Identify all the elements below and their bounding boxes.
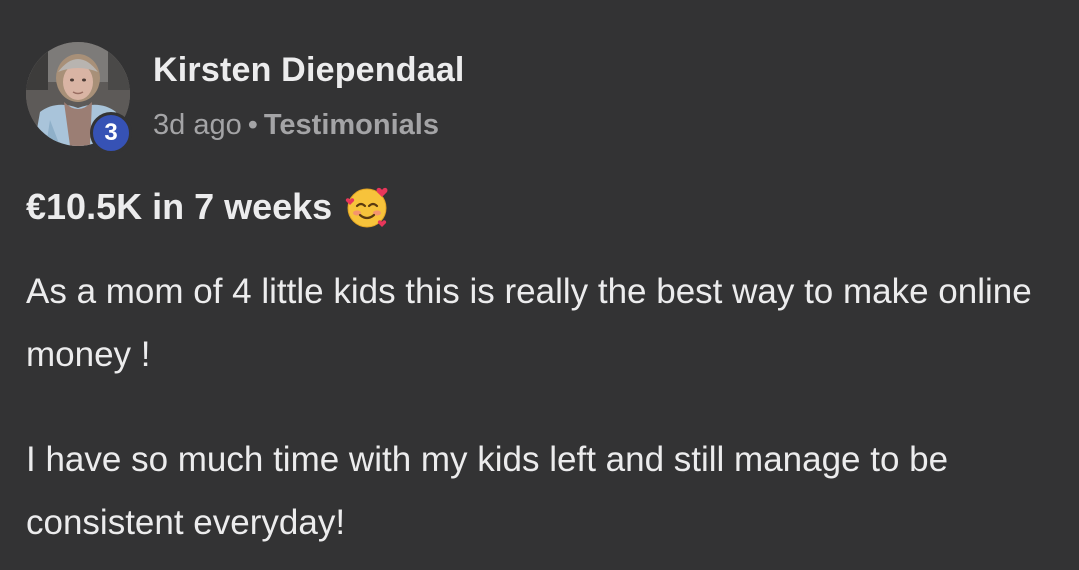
post-category[interactable]: Testimonials bbox=[264, 109, 439, 141]
post-title: €10.5K in 7 weeks bbox=[26, 184, 390, 230]
smiling-face-with-hearts-icon bbox=[344, 184, 390, 230]
post-meta: 3d ago • Testimonials bbox=[153, 109, 439, 142]
author-name[interactable]: Kirsten Diependaal bbox=[153, 51, 465, 90]
post-paragraph-2: I have so much time with my kids left an… bbox=[26, 440, 949, 542]
level-badge: 3 bbox=[90, 112, 132, 154]
author-avatar-container[interactable]: 3 bbox=[26, 42, 132, 154]
meta-separator: • bbox=[247, 109, 258, 141]
post-title-text: €10.5K in 7 weeks bbox=[26, 186, 333, 227]
post-card: 3 Kirsten Diependaal 3d ago • Testimonials… bbox=[0, 0, 1079, 570]
post-time: 3d ago bbox=[153, 109, 242, 141]
post-paragraph-1: As a mom of 4 little kids this is really… bbox=[26, 272, 1032, 374]
